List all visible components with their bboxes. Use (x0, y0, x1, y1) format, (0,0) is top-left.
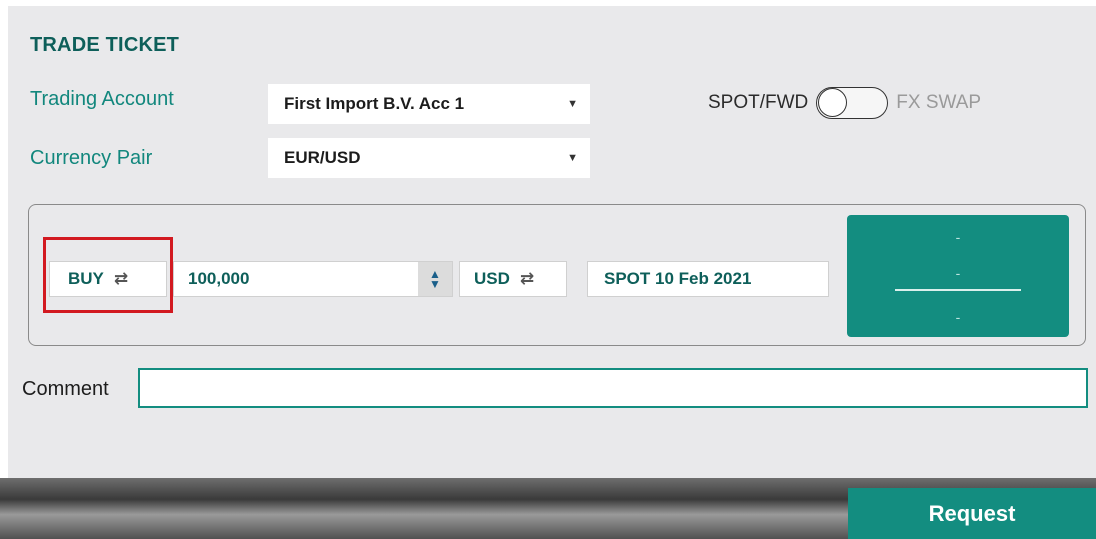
caret-down-icon: ▼ (567, 98, 578, 110)
price-bottom: - (955, 309, 961, 325)
currency-toggle[interactable]: USD ⇄ (459, 261, 567, 297)
trading-account-value: First Import B.V. Acc 1 (284, 94, 465, 113)
value-date-field[interactable]: SPOT 10 Feb 2021 (587, 261, 829, 297)
buy-highlight-box (43, 237, 173, 313)
swap-icon: ⇄ (519, 269, 535, 288)
spot-swap-toggle-group: SPOT/FWD FX SWAP (708, 86, 981, 120)
price-divider (895, 289, 1021, 291)
page-title: TRADE TICKET (30, 34, 180, 56)
currency-value: USD (474, 269, 510, 288)
amount-stepper[interactable]: ▲ ▼ (418, 262, 452, 296)
caret-down-icon: ▼ (567, 152, 578, 164)
spot-fwd-label[interactable]: SPOT/FWD (708, 92, 808, 114)
trade-ticket-panel: TRADE TICKET Trading Account First Impor… (8, 6, 1096, 478)
currency-pair-label: Currency Pair (30, 147, 153, 169)
price-mid: - (955, 265, 961, 281)
toggle-knob (818, 88, 848, 117)
price-top: - (955, 229, 961, 245)
currency-pair-select[interactable]: EUR/USD ▼ (268, 138, 590, 178)
spot-swap-toggle[interactable] (816, 87, 889, 119)
amount-value: 100,000 (188, 269, 250, 288)
trading-account-select[interactable]: First Import B.V. Acc 1 ▼ (268, 84, 590, 124)
request-button[interactable]: Request (848, 488, 1096, 539)
fx-swap-label[interactable]: FX SWAP (896, 92, 981, 114)
comment-input[interactable] (138, 368, 1088, 408)
comment-label: Comment (22, 378, 109, 400)
trade-entry-box: BUY ⇄ 100,000 ▲ ▼ USD ⇄ SPOT 10 Feb 2021… (28, 204, 1086, 346)
value-date: SPOT 10 Feb 2021 (604, 269, 752, 288)
currency-pair-value: EUR/USD (284, 148, 361, 167)
amount-input[interactable]: 100,000 ▲ ▼ (173, 261, 453, 297)
price-button[interactable]: - - - (847, 215, 1069, 337)
trading-account-label: Trading Account (30, 88, 174, 110)
stepper-down-icon[interactable]: ▼ (429, 278, 441, 290)
